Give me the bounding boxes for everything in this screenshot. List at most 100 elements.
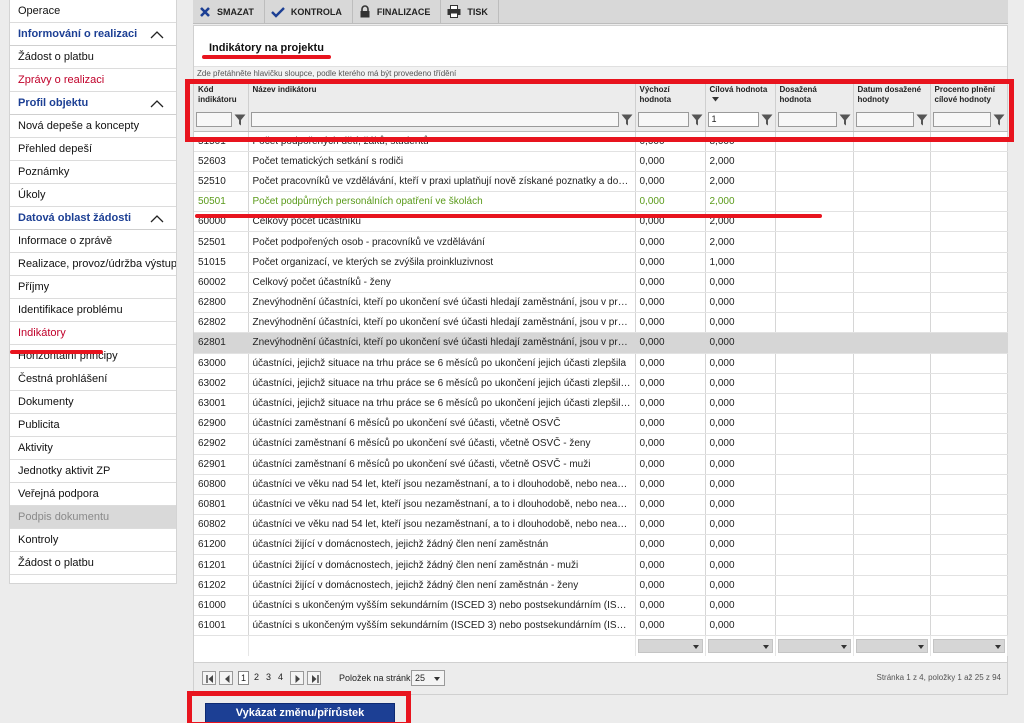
table-row[interactable]: 62901 účastníci zaměstnaní 6 měsíců po uk… (194, 454, 1008, 475)
sidebar-item-12[interactable]: Příjmy (10, 276, 176, 299)
column-header-0[interactable]: Kód indikátoru (194, 83, 249, 109)
table-row[interactable]: 63000 účastníci, jejichž situace na trhu … (194, 353, 1008, 374)
print-button[interactable]: TISK (441, 0, 499, 23)
sidebar-item-16[interactable]: Čestná prohlášení (10, 368, 176, 391)
sidebar-item-3[interactable]: Zprávy o realizaci (10, 69, 176, 92)
finalize-button[interactable]: FINALIZACE (353, 0, 442, 23)
sidebar-item-10[interactable]: Informace o zprávě (10, 230, 176, 253)
filter-icon[interactable] (993, 113, 1005, 127)
column-header-4[interactable]: Dosažená hodnota (775, 83, 854, 109)
table-row[interactable]: 51501 Počet podpořených dětí, žáků, stude… (194, 131, 1008, 152)
filter-icon[interactable] (761, 113, 773, 127)
next-page-button[interactable] (290, 671, 304, 685)
filter-input-4[interactable] (777, 112, 837, 128)
page-link-3[interactable]: 3 (266, 672, 271, 682)
aggregate-select-5[interactable] (855, 638, 928, 653)
sidebar-section-1[interactable]: Informování o realizaci (10, 23, 176, 46)
table-cell: 8,000 (705, 131, 776, 152)
table-cell: účastníci s ukončeným vyšším sekundárním… (248, 615, 636, 637)
prev-page-button[interactable] (219, 671, 233, 685)
aggregate-select-4[interactable] (777, 638, 851, 653)
filter-input-3[interactable]: 1 (707, 112, 759, 128)
filter-input-0[interactable] (196, 112, 232, 128)
page-link-1[interactable]: 1 (238, 671, 250, 685)
sidebar-item-5[interactable]: Nová depeše a koncepty (10, 115, 176, 138)
table-row[interactable]: 61200 účastníci žijící v domácnostech, je… (194, 534, 1008, 556)
filter-input-2[interactable] (637, 112, 689, 128)
sidebar-item-13[interactable]: Identifikace problému (10, 299, 176, 322)
sidebar-item-23[interactable]: Kontroly (10, 529, 176, 552)
column-header-3[interactable]: Cílová hodnota (705, 83, 776, 109)
filter-icon[interactable] (839, 113, 851, 127)
sidebar-item-18[interactable]: Publicita (10, 414, 176, 437)
sidebar-item-20[interactable]: Jednotky aktivit ZP (10, 460, 176, 483)
per-page-select[interactable]: 25 (411, 670, 445, 686)
sidebar-section-4[interactable]: Profil objektu (10, 92, 176, 115)
table-cell: 0,000 (635, 131, 706, 152)
table-row[interactable]: 52501 Počet podpořených osob - pracovníků… (194, 231, 1008, 253)
table-row[interactable]: 60000 Celkový počet účastníků 0,000 2,000 (194, 211, 1008, 233)
sidebar-item-0[interactable]: Operace (10, 0, 176, 23)
table-row[interactable]: 61201 účastníci žijící v domácnostech, je… (194, 554, 1008, 576)
aggregate-select-6[interactable] (932, 638, 1005, 653)
delete-button[interactable]: SMAZAT (193, 0, 265, 23)
aggregate-select-3[interactable] (707, 638, 773, 653)
page-link-4[interactable]: 4 (278, 672, 283, 682)
table-row[interactable]: 60800 účastníci ve věku nad 54 let, kteří… (194, 474, 1008, 495)
table-cell: 61000 (194, 595, 249, 617)
table-row[interactable]: 61000 účastníci s ukončeným vyšším sekund… (194, 595, 1008, 617)
table-row[interactable]: 52603 Počet tematických setkání s rodiči 0… (194, 151, 1008, 172)
first-page-button[interactable] (202, 671, 216, 685)
column-header-5[interactable]: Datum dosažené hodnoty (853, 83, 931, 109)
report-change-button[interactable]: Vykázat změnu/přírůstek (205, 703, 395, 723)
sidebar-item-11[interactable]: Realizace, provoz/údržba výstupu (10, 253, 176, 276)
filter-icon[interactable] (916, 113, 928, 127)
filter-input-6[interactable] (932, 112, 991, 128)
table-row[interactable]: 62800 Znevýhodnění účastníci, kteří po uk… (194, 292, 1008, 314)
table-row[interactable]: 50501 Počet podpůrných personálních opatř… (194, 191, 1008, 213)
sidebar-item-6[interactable]: Přehled depeší (10, 138, 176, 161)
sidebar-section-9[interactable]: Datová oblast žádosti (10, 207, 176, 230)
aggregate-select-2[interactable] (637, 638, 703, 653)
table-row[interactable]: 62900 účastníci zaměstnaní 6 měsíců po uk… (194, 413, 1008, 435)
table-row[interactable]: 63002 účastníci, jejichž situace na trhu … (194, 373, 1008, 394)
column-header-2[interactable]: Výchozí hodnota (635, 83, 706, 109)
next-page-icon (295, 675, 300, 683)
page-link-2[interactable]: 2 (254, 672, 259, 682)
table-row[interactable]: 62801 Znevýhodnění účastníci, kteří po uk… (194, 332, 1008, 354)
sidebar-item-14[interactable]: Indikátory (10, 322, 176, 345)
table-cell: 60002 (194, 272, 249, 294)
sidebar-item-21[interactable]: Veřejná podpora (10, 483, 176, 506)
table-row[interactable]: 51015 Počet organizací, ve kterých se zvý… (194, 252, 1008, 273)
sidebar-item-19[interactable]: Aktivity (10, 437, 176, 460)
sidebar-item-24[interactable]: Žádost o platbu (10, 552, 176, 575)
filter-icon[interactable] (621, 113, 633, 127)
table-row[interactable]: 60801 účastníci ve věku nad 54 let, kteří… (194, 494, 1008, 516)
filter-input-5[interactable] (855, 112, 914, 128)
table-row[interactable]: 61001 účastníci s ukončeným vyšším sekund… (194, 615, 1008, 637)
column-header-1[interactable]: Název indikátoru (248, 83, 636, 109)
table-cell (853, 595, 931, 617)
table-row[interactable]: 62802 Znevýhodnění účastníci, kteří po uk… (194, 312, 1008, 334)
column-header-6[interactable]: Procento plnění cílové hodnoty (930, 83, 1008, 109)
sidebar-item-8[interactable]: Úkoly (10, 184, 176, 207)
table-row[interactable]: 62902 účastníci zaměstnaní 6 měsíců po uk… (194, 433, 1008, 455)
table-row[interactable]: 63001 účastníci, jejichž situace na trhu … (194, 393, 1008, 415)
filter-icon[interactable] (234, 113, 246, 127)
last-page-button[interactable] (307, 671, 321, 685)
filter-input-1[interactable] (250, 112, 619, 128)
table-row[interactable]: 60802 účastníci ve věku nad 54 let, kteří… (194, 514, 1008, 536)
table-row[interactable]: 61202 účastníci žijící v domácnostech, je… (194, 575, 1008, 596)
sidebar-item-2[interactable]: Žádost o platbu (10, 46, 176, 69)
filter-icon[interactable] (691, 113, 703, 127)
table-row[interactable]: 52510 Počet pracovníků ve vzdělávání, kte… (194, 171, 1008, 193)
table-cell (775, 393, 854, 415)
sidebar-item-7[interactable]: Poznámky (10, 161, 176, 184)
table-cell: 0,000 (705, 514, 776, 536)
sidebar-item-15[interactable]: Horizontální principy (10, 345, 176, 368)
check-button[interactable]: KONTROLA (265, 0, 353, 23)
sidebar-item-17[interactable]: Dokumenty (10, 391, 176, 414)
table-cell: 0,000 (705, 494, 776, 516)
table-row[interactable]: 60002 Celkový počet účastníků - ženy 0,000… (194, 272, 1008, 294)
table-cell (930, 252, 1008, 273)
